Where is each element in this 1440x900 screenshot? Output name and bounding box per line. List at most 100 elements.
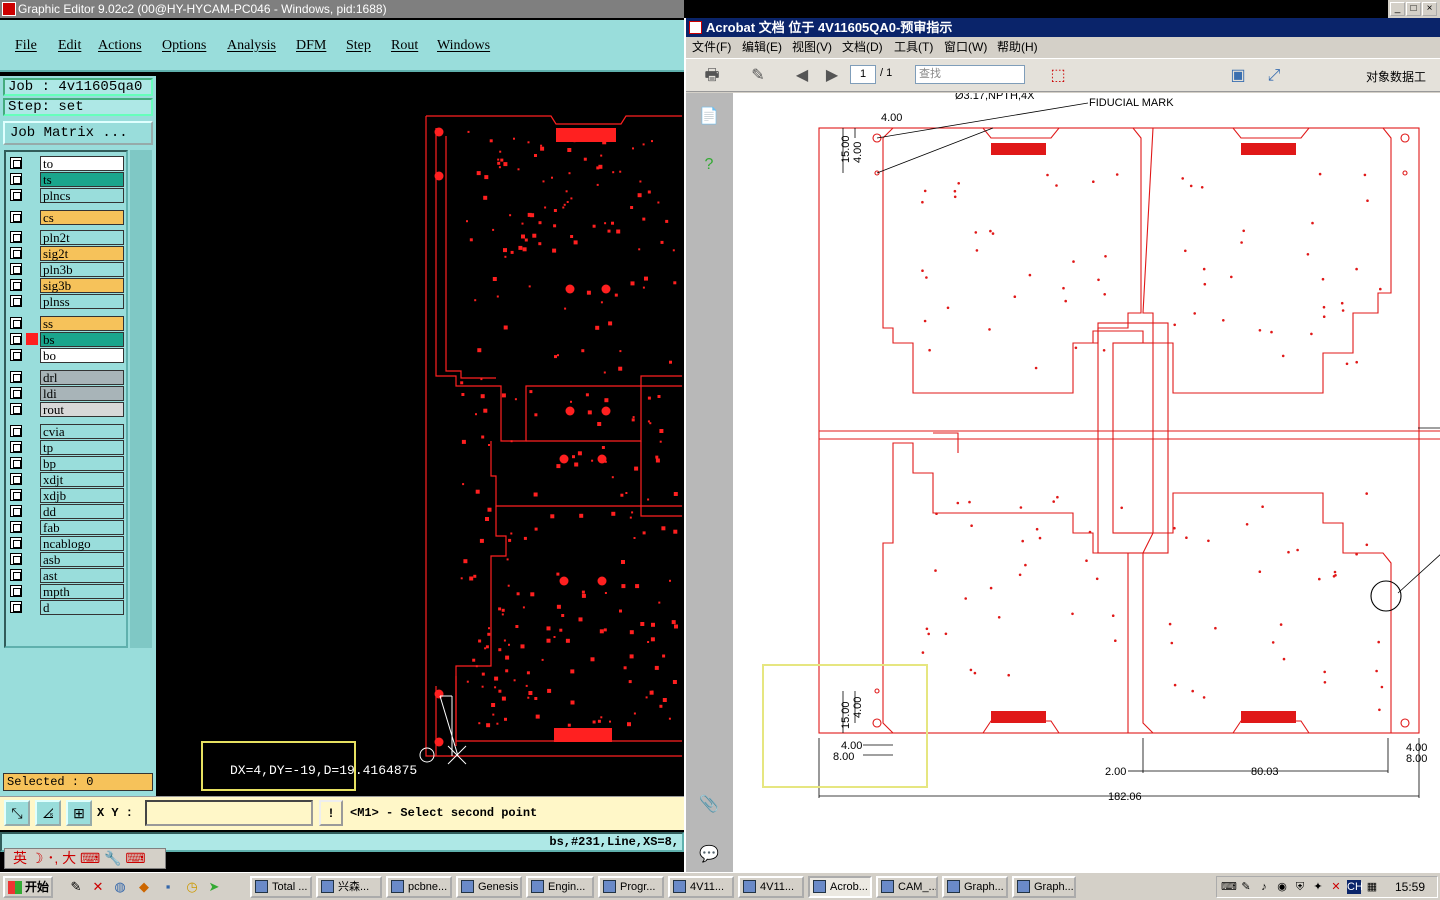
job-matrix-button[interactable]: Job Matrix ... (3, 121, 153, 145)
tray-keyboard-icon[interactable]: ▦ (1365, 880, 1379, 894)
measure-tool-icon[interactable]: ⦞ (35, 800, 61, 826)
taskbar-button[interactable]: Graph... (942, 876, 1008, 898)
menu-dfm[interactable]: DFM (296, 38, 326, 54)
layer-row-bp[interactable]: bp (8, 456, 126, 471)
acrobat-menu-document[interactable]: 文档(D) (842, 37, 883, 57)
layer-checkbox[interactable] (10, 247, 22, 259)
tray-app-icon[interactable]: ✦ (1311, 880, 1325, 894)
pages-icon[interactable]: 📄 (697, 105, 721, 129)
object-data-tool[interactable]: 对象数据工 (1366, 68, 1426, 85)
menu-step[interactable]: Step (346, 38, 371, 54)
layer-row-d[interactable]: d (8, 600, 126, 615)
menu-file[interactable]: File (15, 38, 37, 54)
zoom-tool-icon[interactable]: ⤡ (4, 800, 30, 826)
acrobat-menu-file[interactable]: 文件(F) (692, 37, 731, 57)
layer-checkbox[interactable] (10, 537, 22, 549)
layer-row-ldi[interactable]: ldi (8, 386, 126, 401)
layer-row-tp[interactable]: tp (8, 440, 126, 455)
layer-checkbox[interactable] (10, 387, 22, 399)
quicklaunch-x-icon[interactable]: ✕ (90, 879, 106, 895)
taskbar-button[interactable]: Engin... (526, 876, 594, 898)
taskbar-button[interactable]: Genesis (456, 876, 522, 898)
layer-name[interactable]: ldi (40, 386, 124, 401)
layer-checkbox[interactable] (10, 189, 22, 201)
layer-row-rout[interactable]: rout (8, 402, 126, 417)
layer-checkbox[interactable] (10, 349, 22, 361)
layer-row-bo[interactable]: bo (8, 348, 126, 363)
layer-checkbox[interactable] (10, 279, 22, 291)
acrobat-titlebar[interactable]: Acrobat 文档 位于 4V11605QA0-预审指示 (686, 18, 1440, 37)
acrobat-menu-view[interactable]: 视图(V) (792, 37, 832, 57)
layer-checkbox[interactable] (10, 231, 22, 243)
layer-name[interactable]: xdjb (40, 488, 124, 503)
layer-name[interactable]: fab (40, 520, 124, 535)
taskbar-button[interactable]: 4V11... (738, 876, 804, 898)
layer-name[interactable]: dd (40, 504, 124, 519)
layer-checkbox[interactable] (10, 569, 22, 581)
layer-name[interactable]: bp (40, 456, 124, 471)
layer-checkbox[interactable] (10, 585, 22, 597)
acrobat-pdf-icon[interactable]: ⬚ (1046, 64, 1070, 88)
layer-row-plnss[interactable]: plnss (8, 294, 126, 309)
find-input[interactable]: 查找 (915, 65, 1025, 84)
minimize-icon[interactable]: _ (1390, 2, 1405, 16)
layer-checkbox[interactable] (10, 403, 22, 415)
layer-name[interactable]: plncs (40, 188, 124, 203)
layer-checkbox[interactable] (10, 553, 22, 565)
annotate-icon[interactable]: ✎ (746, 64, 770, 88)
acrobat-menu-edit[interactable]: 编辑(E) (742, 37, 782, 57)
pdf-document-view[interactable]: Ø3.17,NPTH,4X FIDUCIAL MARK 4.00 15.00 4… (733, 93, 1440, 872)
taskbar-button[interactable]: Graph... (1012, 876, 1076, 898)
close-icon[interactable]: × (1422, 2, 1437, 16)
layer-name[interactable]: mpth (40, 584, 124, 599)
taskbar-button[interactable]: 兴森... (316, 876, 382, 898)
next-page-icon[interactable]: ▶ (820, 64, 844, 88)
layer-name[interactable]: to (40, 156, 124, 171)
layer-row-plncs[interactable]: plncs (8, 188, 126, 203)
fit-page-icon[interactable]: ▣ (1226, 64, 1250, 88)
graphics-canvas[interactable] (156, 76, 682, 796)
layer-name[interactable]: sig3b (40, 278, 124, 293)
layer-checkbox[interactable] (10, 173, 22, 185)
graphic-editor-titlebar[interactable]: Graphic Editor 9.02c2 (00@HY-HYCAM-PC046… (0, 0, 684, 18)
layer-list-scrollbar[interactable] (130, 150, 152, 648)
layer-row-asb[interactable]: asb (8, 552, 126, 567)
tray-update-icon[interactable]: ✕ (1329, 880, 1343, 894)
layer-row-mpth[interactable]: mpth (8, 584, 126, 599)
start-button[interactable]: 开始 (3, 876, 53, 898)
layer-checkbox[interactable] (10, 457, 22, 469)
help-button[interactable]: ! (319, 800, 343, 826)
layer-row-xdjb[interactable]: xdjb (8, 488, 126, 503)
layer-name[interactable]: ss (40, 316, 124, 331)
menu-rout[interactable]: Rout (391, 38, 418, 54)
layer-row-to[interactable]: to (8, 156, 126, 171)
layer-row-pln3b[interactable]: pln3b (8, 262, 126, 277)
prev-page-icon[interactable]: ◀ (790, 64, 814, 88)
layer-checkbox[interactable] (10, 521, 22, 533)
layer-checkbox[interactable] (10, 333, 22, 345)
layer-name[interactable]: rout (40, 402, 124, 417)
layer-name[interactable]: tp (40, 440, 124, 455)
taskbar-button[interactable]: Acrob... (808, 876, 872, 898)
layer-row-bs[interactable]: bs (8, 332, 126, 347)
taskbar-button[interactable]: Total ... (250, 876, 312, 898)
quicklaunch-clock-icon[interactable]: ◷ (184, 879, 200, 895)
layer-checkbox[interactable] (10, 157, 22, 169)
layer-name[interactable]: xdjt (40, 472, 124, 487)
layer-name[interactable]: plnss (40, 294, 124, 309)
layer-checkbox[interactable] (10, 489, 22, 501)
layer-name[interactable]: pln3b (40, 262, 124, 277)
tray-network-icon[interactable]: ◉ (1275, 880, 1289, 894)
menu-analysis[interactable]: Analysis (227, 38, 276, 54)
quicklaunch-save-icon[interactable]: ▪ (160, 879, 176, 895)
maximize-icon[interactable]: □ (1406, 2, 1421, 16)
tray-volume-icon[interactable]: ♪ (1257, 880, 1271, 894)
layer-row-fab[interactable]: fab (8, 520, 126, 535)
tray-lang-icon[interactable]: CH (1347, 880, 1363, 894)
layer-checkbox[interactable] (10, 601, 22, 613)
layer-name[interactable]: ncablogo (40, 536, 124, 551)
layer-name[interactable]: ast (40, 568, 124, 583)
layer-checkbox[interactable] (10, 295, 22, 307)
layer-row-pln2t[interactable]: pln2t (8, 230, 126, 245)
acrobat-menu-help[interactable]: 帮助(H) (997, 37, 1038, 57)
